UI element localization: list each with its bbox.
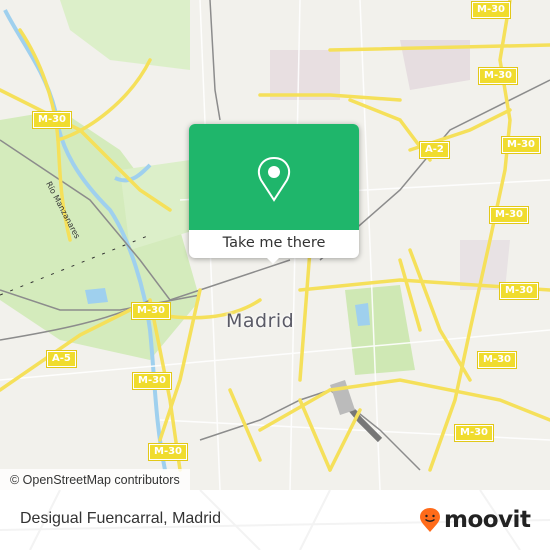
- road-shield-m30: M-30: [476, 351, 518, 369]
- road-shield-m30: M-30: [477, 67, 519, 85]
- popup-tail: [265, 256, 281, 264]
- road-shield-m30: M-30: [130, 302, 172, 320]
- map-pin-icon: [257, 156, 291, 202]
- map-attribution[interactable]: © OpenStreetMap contributors: [0, 469, 190, 490]
- moovit-smiley-pin-icon: [420, 508, 440, 532]
- road-shield-m30: M-30: [131, 372, 173, 390]
- road-shield-m30: M-30: [488, 206, 530, 224]
- road-shield-m30: M-30: [147, 443, 189, 461]
- city-label: Madrid: [226, 310, 295, 332]
- take-me-there-button[interactable]: Take me there: [189, 230, 359, 258]
- road-shield-a5: A-5: [46, 350, 77, 368]
- popup-header: [189, 124, 359, 230]
- moovit-wordmark: moovit: [444, 507, 531, 533]
- park-north: [60, 0, 190, 70]
- lake-casa-de-campo: [85, 288, 108, 304]
- urban-area-2: [270, 50, 340, 100]
- location-popup: Take me there: [189, 124, 359, 264]
- road-shield-m30: M-30: [470, 1, 512, 19]
- road-shield-a2: A-2: [419, 141, 450, 159]
- road-shield-m30: M-30: [453, 424, 495, 442]
- road-shield-m30: M-30: [498, 282, 540, 300]
- place-title: Desigual Fuencarral, Madrid: [20, 510, 221, 527]
- moovit-logo[interactable]: moovit: [419, 505, 531, 535]
- road-shield-m30: M-30: [500, 136, 542, 154]
- park-west: [120, 160, 195, 250]
- retiro-park: [345, 285, 415, 375]
- road-shield-m30: M-30: [31, 111, 73, 129]
